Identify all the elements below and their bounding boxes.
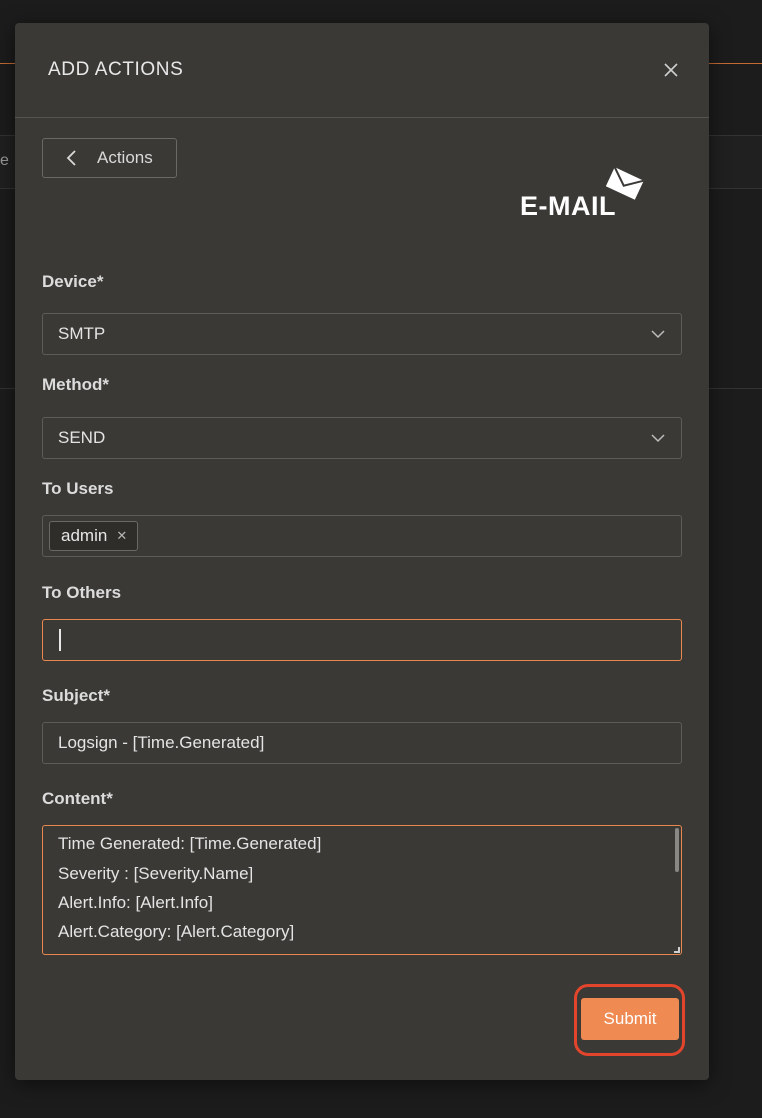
close-icon[interactable]	[660, 59, 682, 81]
user-tag: admin ✕	[49, 521, 139, 551]
subject-label: Subject*	[42, 686, 111, 705]
device-value: SMTP	[58, 324, 106, 343]
chevron-down-icon	[651, 330, 665, 339]
content-line: Severity : [Severity.Name]	[58, 864, 254, 883]
user-tag-label: admin	[61, 526, 108, 545]
to-others-input[interactable]	[42, 619, 682, 661]
to-users-label: To Users	[42, 479, 114, 498]
remove-tag-icon[interactable]: ✕	[116, 528, 127, 544]
method-select[interactable]: SEND	[42, 417, 682, 459]
content-label: Content*	[42, 789, 113, 808]
text-cursor	[59, 629, 61, 651]
email-logo-text: E-MAIL	[520, 191, 616, 221]
textarea-scrollbar[interactable]	[675, 828, 679, 872]
background-row-text: e	[0, 152, 9, 169]
content-line: Alert.Category: [Alert.Category]	[58, 922, 295, 941]
envelope-icon	[605, 166, 644, 200]
back-to-actions-button[interactable]: Actions	[42, 138, 177, 178]
chevron-left-icon	[66, 150, 76, 166]
modal-title: ADD ACTIONS	[48, 59, 184, 80]
to-users-input[interactable]: admin ✕	[42, 515, 682, 557]
chevron-down-icon	[651, 434, 665, 443]
email-logo: E-MAIL	[520, 165, 645, 221]
add-actions-modal: ADD ACTIONS Actions E-MAIL Device* SMTP	[15, 23, 709, 1080]
content-line: Time Generated: [Time.Generated]	[58, 834, 322, 853]
modal-header: ADD ACTIONS	[15, 23, 709, 118]
method-label: Method*	[42, 375, 110, 394]
device-label: Device*	[42, 272, 104, 291]
subject-input[interactable]: Logsign - [Time.Generated]	[42, 722, 682, 764]
subject-value: Logsign - [Time.Generated]	[58, 733, 265, 752]
method-value: SEND	[58, 428, 106, 447]
submit-button[interactable]: Submit	[581, 998, 679, 1040]
content-line: Alert.Info: [Alert.Info]	[58, 893, 213, 912]
content-textarea[interactable]: Time Generated: [Time.Generated] Severit…	[42, 825, 682, 955]
resize-handle[interactable]	[674, 947, 680, 953]
device-select[interactable]: SMTP	[42, 313, 682, 355]
back-button-label: Actions	[97, 148, 153, 167]
to-others-label: To Others	[42, 583, 122, 602]
